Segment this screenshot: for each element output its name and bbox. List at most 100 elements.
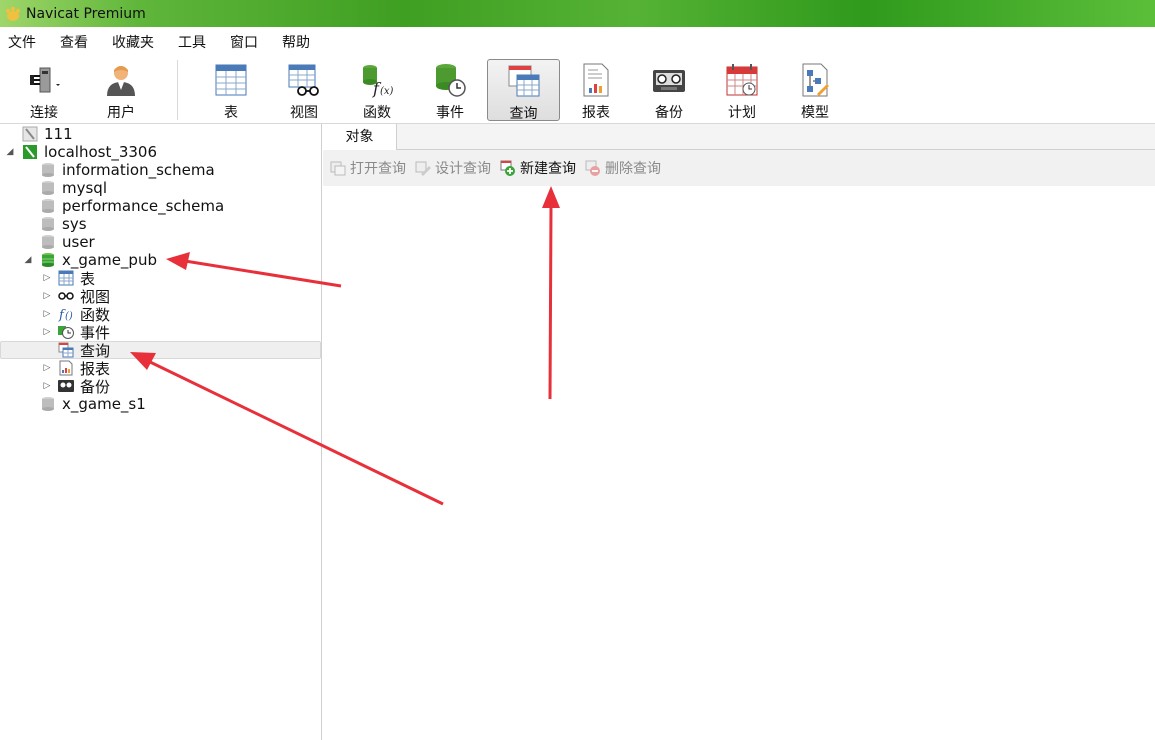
tree-item-connection-localhost[interactable]: ◢ localhost_3306 [0,143,321,161]
query-button[interactable]: 查询 [487,59,560,122]
collapsed-arrow-icon[interactable]: ▷ [42,273,52,283]
view-glasses-icon [58,292,74,300]
database-icon [42,397,54,411]
toolbar-separator [177,60,178,120]
model-label: 模型 [801,105,829,121]
tree-item-events[interactable]: ▷ 事件 [0,323,321,342]
window-title: Navicat Premium [26,5,146,22]
table-button[interactable]: 表 [207,59,255,121]
object-toolbar: 打开查询 设计查询 新建查询 删除查询 [323,150,1155,186]
query-icon [58,342,74,358]
collapsed-arrow-icon[interactable]: ▷ [42,309,52,319]
query-label: 查询 [509,106,538,122]
tree-item-queries[interactable]: 查询 [0,341,321,360]
menu-favorites[interactable]: 收藏夹 [112,32,154,52]
design-query-icon [415,161,431,176]
connect-button[interactable]: 连接 [20,59,68,121]
database-icon [42,181,54,195]
tree-item-views[interactable]: ▷ 视图 [0,287,321,306]
tree-item-reports[interactable]: ▷ 报表 [0,359,321,378]
tree-label: sys [62,215,87,233]
collapsed-arrow-icon[interactable]: ▷ [42,381,52,391]
table-label: 表 [224,105,238,121]
open-query-button[interactable]: 打开查询 [330,158,406,178]
tree-label: information_schema [62,161,215,179]
model-button[interactable]: 模型 [791,59,839,121]
design-query-button[interactable]: 设计查询 [415,158,491,178]
svg-text:(): () [65,311,73,322]
event-button[interactable]: 事件 [426,59,474,121]
tree-item-db-x-game-pub[interactable]: ◢ x_game_pub [0,251,321,269]
database-icon [42,199,54,213]
function-button[interactable]: f (x) 函数 [353,59,401,121]
tree-item-db-x-game-s1[interactable]: x_game_s1 [0,395,321,413]
open-query-label: 打开查询 [350,161,406,177]
tree-item-db-user[interactable]: user [0,233,321,251]
tree-item-db-mysql[interactable]: mysql [0,179,321,197]
report-icon [59,360,73,376]
schedule-label: 计划 [728,105,756,121]
collapsed-arrow-icon[interactable]: ▷ [42,363,52,373]
design-query-label: 设计查询 [435,161,491,177]
tree-item-backups[interactable]: ▷ 备份 [0,377,321,396]
view-label: 视图 [290,105,318,121]
database-icon [42,217,54,231]
tree-item-db-information-schema[interactable]: information_schema [0,161,321,179]
database-icon [42,163,54,177]
tree-label: x_game_s1 [62,395,146,413]
svg-text:(x): (x) [380,86,394,97]
user-icon [107,66,135,96]
tree-item-tables[interactable]: ▷ 表 [0,269,321,288]
expanded-arrow-icon[interactable]: ◢ [5,147,15,157]
open-query-icon [330,161,346,176]
new-query-icon [500,160,515,176]
model-diagram-icon [802,63,829,97]
tree-item-db-sys[interactable]: sys [0,215,321,233]
user-button[interactable]: 用户 [98,59,144,121]
collapsed-arrow-icon[interactable]: ▷ [42,327,52,337]
tree-label: mysql [62,179,107,197]
new-query-button[interactable]: 新建查询 [500,158,576,178]
connect-plug-icon [30,67,60,93]
tree-label: user [62,233,95,251]
tree-label: 111 [44,125,73,143]
tree-item-connection-111[interactable]: 111 [0,125,321,143]
backup-tape-icon [653,70,685,92]
event-clock-icon [58,326,74,339]
tree-item-db-performance-schema[interactable]: performance_schema [0,197,321,215]
tab-objects[interactable]: 对象 [323,124,397,151]
title-bar: Navicat Premium [0,0,1155,27]
objects-list-area[interactable] [323,186,1155,740]
tree-item-functions[interactable]: ▷ f () 函数 [0,305,321,324]
collapsed-arrow-icon[interactable]: ▷ [42,291,52,301]
menu-tools[interactable]: 工具 [178,32,206,52]
connect-label: 连接 [30,105,58,121]
expanded-arrow-icon[interactable]: ◢ [23,255,33,265]
view-button[interactable]: 视图 [280,59,328,121]
delete-query-label: 删除查询 [605,161,661,177]
schedule-button[interactable]: 计划 [718,59,766,121]
navicat-logo-icon [5,6,21,21]
view-glasses-icon [288,64,319,96]
tree-label: localhost_3306 [44,143,158,161]
database-open-icon [42,253,54,267]
navicat-window: Navicat Premium 文件 查看 收藏夹 工具 窗口 帮助 连接 用户… [0,0,1155,740]
tree-label: performance_schema [62,197,225,215]
tab-strip: 对象 [323,124,1155,151]
function-label: 函数 [363,105,391,121]
backup-button[interactable]: 备份 [645,59,693,121]
query-icon [508,65,539,97]
menu-file[interactable]: 文件 [8,32,36,52]
delete-query-button[interactable]: 删除查询 [585,158,661,178]
menu-window[interactable]: 窗口 [230,32,258,52]
connection-inactive-icon [22,126,38,142]
event-label: 事件 [436,105,464,121]
schedule-calendar-icon [726,64,758,96]
user-label: 用户 [107,105,135,121]
navigation-tree: 111 ◢ localhost_3306 information_schema … [0,124,322,740]
menu-view[interactable]: 查看 [60,32,88,52]
main-toolbar: 连接 用户 表 视图 f (x) 函数 事件 查询 报表 备份 计划 模型 [0,56,1155,124]
report-button[interactable]: 报表 [572,59,620,121]
menu-help[interactable]: 帮助 [282,32,310,52]
objects-pane: 对象 打开查询 设计查询 新建查询 删除查询 [323,124,1155,740]
